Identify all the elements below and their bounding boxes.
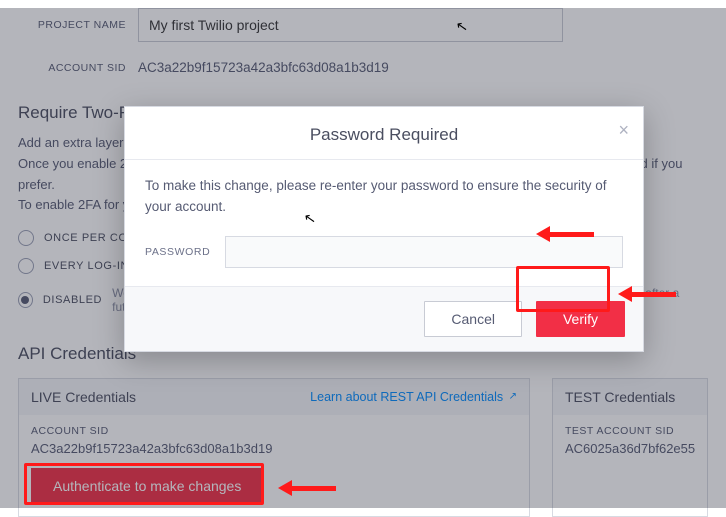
modal-title: Password Required xyxy=(310,125,458,144)
close-icon[interactable]: × xyxy=(618,121,629,139)
modal-password-label: PASSWORD xyxy=(145,246,225,258)
modal-message: To make this change, please re-enter you… xyxy=(145,176,623,218)
cancel-button[interactable]: Cancel xyxy=(424,301,522,337)
modal-header: Password Required × xyxy=(125,107,643,160)
modal-body: To make this change, please re-enter you… xyxy=(125,160,643,286)
password-required-modal: Password Required × To make this change,… xyxy=(124,106,644,352)
modal-password-input[interactable] xyxy=(225,236,623,268)
modal-password-row: PASSWORD xyxy=(145,236,623,268)
verify-button[interactable]: Verify xyxy=(536,301,625,337)
modal-footer: Cancel Verify xyxy=(125,286,643,351)
